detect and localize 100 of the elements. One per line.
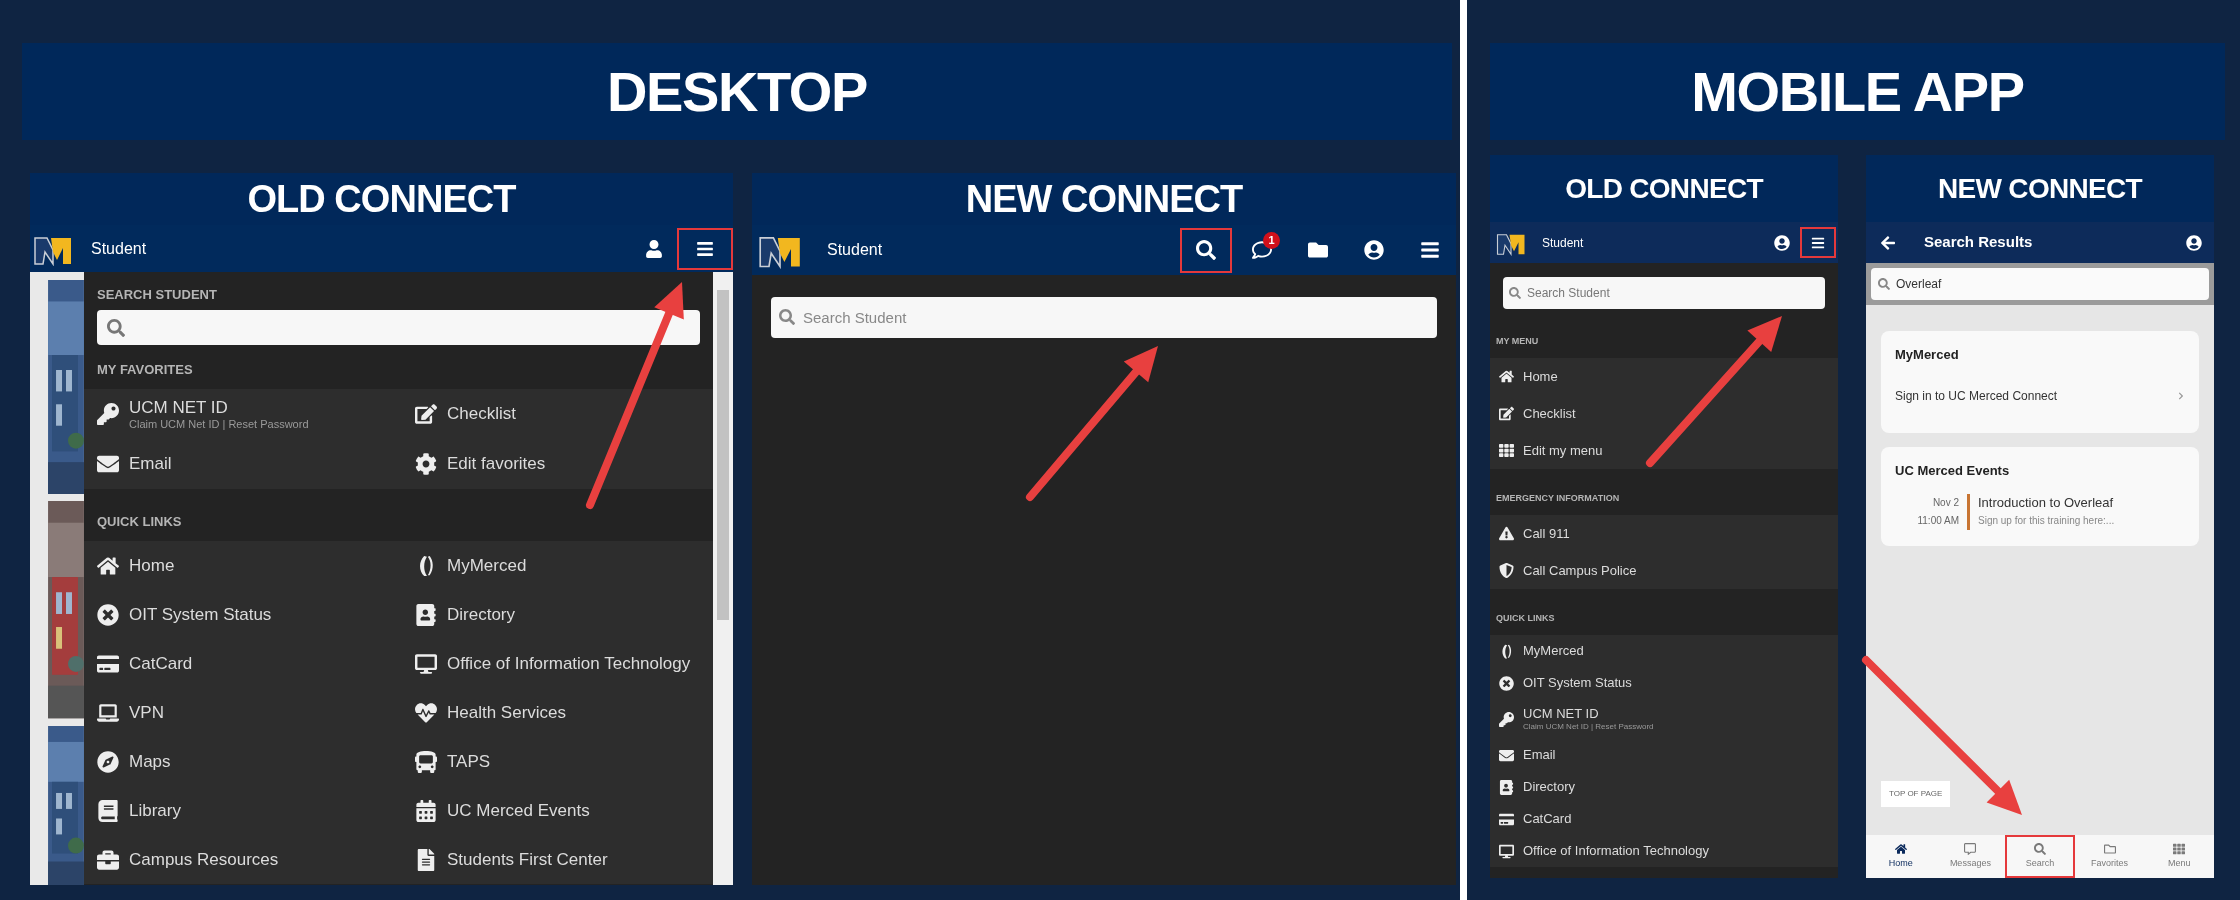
- chevron-right-icon: [2177, 391, 2185, 400]
- grid-icon: [1499, 443, 1514, 458]
- address-book-icon: [1499, 779, 1514, 795]
- menu-item[interactable]: Maps: [84, 737, 402, 786]
- folder-icon: [2103, 842, 2116, 855]
- folder-icon: [1308, 240, 1328, 260]
- menu-item[interactable]: Edit favorites: [402, 439, 713, 489]
- menu-item[interactable]: Edit my menu: [1490, 432, 1838, 469]
- menu-item[interactable]: Directory: [402, 590, 713, 639]
- address-book-icon: [415, 603, 437, 626]
- menu-item[interactable]: Library: [84, 786, 402, 835]
- home-icon: [1894, 842, 1907, 855]
- menu-item[interactable]: Checklist: [402, 389, 713, 439]
- pulse-icon: [415, 701, 437, 724]
- envelope-icon: [97, 453, 119, 475]
- section-heading: MY MENU: [1496, 334, 1539, 348]
- section-title: DESKTOP: [607, 58, 867, 125]
- menu-item[interactable]: Directory: [1490, 771, 1838, 803]
- section-heading: QUICK LINKS: [97, 512, 182, 531]
- card-icon: [97, 652, 119, 675]
- menu-item[interactable]: Home: [84, 541, 402, 590]
- menu-item[interactable]: TAPS: [402, 737, 713, 786]
- menu-item[interactable]: Email: [1490, 739, 1838, 771]
- monitor-icon: [1499, 843, 1514, 859]
- card-title: UC Merced Events: [1895, 461, 2011, 480]
- menu-item[interactable]: MyMerced: [402, 541, 713, 590]
- briefcase-icon: [97, 848, 119, 871]
- home-icon: [1499, 369, 1514, 384]
- panel-title: OLD CONNECT: [1565, 171, 1763, 206]
- menu-item[interactable]: UCM NET ID Claim UCM Net ID | Reset Password: [84, 389, 402, 439]
- message-icon: [1964, 842, 1977, 855]
- search-button[interactable]: [1180, 227, 1232, 273]
- menu-item[interactable]: Health Services: [402, 688, 713, 737]
- nav-tab[interactable]: Favorites: [2074, 835, 2145, 878]
- menu-item[interactable]: Checklist: [1490, 395, 1838, 432]
- section-title: MOBILE APP: [1691, 58, 2024, 125]
- user-icon: [2186, 234, 2202, 251]
- card-title: MyMerced: [1895, 346, 1960, 364]
- swoosh-icon: [1499, 643, 1514, 659]
- menu-item[interactable]: Students First Center: [402, 835, 713, 884]
- menu-item[interactable]: Call 911: [1490, 515, 1838, 552]
- menu-item[interactable]: Campus Resources: [84, 835, 402, 884]
- menu-item[interactable]: UCM NET ID Claim UCM Net ID | Reset Password: [1490, 699, 1838, 739]
- event-marker: [1967, 494, 1970, 530]
- edit-icon: [1499, 406, 1514, 421]
- notification-badge: 1: [1263, 231, 1280, 249]
- panel-title: NEW CONNECT: [965, 176, 1243, 222]
- section-heading: QUICK LINKS: [1496, 611, 1555, 625]
- nav-tab[interactable]: Home: [1866, 835, 1936, 878]
- result-link[interactable]: Sign in to UC Merced Connect: [1895, 386, 2185, 405]
- menu-button[interactable]: [1800, 227, 1836, 258]
- panel-title: OLD CONNECT: [247, 176, 516, 222]
- compass-icon: [97, 750, 119, 773]
- menu-item[interactable]: Office of Information Technology: [402, 639, 713, 688]
- search-field[interactable]: Search Student: [771, 297, 1437, 338]
- user-icon: [1774, 234, 1790, 251]
- menu-icon: [1811, 235, 1825, 250]
- event-date: Nov 2: [1932, 496, 1959, 510]
- shield-icon: [1499, 563, 1514, 578]
- menu-item[interactable]: Office of Information Technology: [1490, 835, 1838, 867]
- search-field[interactable]: Search Student: [1503, 277, 1825, 309]
- warning-icon: [1499, 526, 1514, 541]
- section-heading: EMERGENCY INFORMATION: [1496, 491, 1620, 505]
- grid-icon: [2173, 842, 2186, 855]
- messages-button[interactable]: 1: [1236, 227, 1288, 273]
- nav-tab[interactable]: Search: [2005, 835, 2075, 878]
- menu-item[interactable]: CatCard: [1490, 803, 1838, 835]
- menu-item[interactable]: CatCard: [84, 639, 402, 688]
- card-icon: [1499, 811, 1514, 827]
- search-icon: [107, 318, 125, 337]
- menu-button[interactable]: [677, 227, 733, 270]
- nav-tab[interactable]: Messages: [1935, 835, 2006, 878]
- menu-item[interactable]: Home: [1490, 358, 1838, 395]
- menu-item[interactable]: OIT System Status: [1490, 667, 1838, 699]
- back-button[interactable]: [1880, 234, 1896, 251]
- menu-item[interactable]: OIT System Status: [84, 590, 402, 639]
- search-icon: [1878, 278, 1890, 290]
- search-icon: [1196, 240, 1216, 260]
- event-title[interactable]: Introduction to Overleaf: [1978, 494, 2115, 512]
- section-heading: SEARCH STUDENT: [97, 285, 217, 304]
- menu-item[interactable]: VPN: [84, 688, 402, 737]
- search-icon: [779, 309, 795, 325]
- scrollbar-thumb[interactable]: [717, 290, 729, 620]
- app-title: Student: [1542, 234, 1584, 252]
- app-title: Search Results: [1924, 232, 2033, 253]
- search-field[interactable]: [97, 310, 700, 345]
- menu-item[interactable]: MyMerced: [1490, 635, 1838, 667]
- menu-item[interactable]: Email: [84, 439, 402, 489]
- user-icon: [1364, 240, 1384, 260]
- menu-icon: [1420, 240, 1440, 260]
- key-icon: [97, 403, 119, 425]
- search-icon: [1509, 287, 1521, 299]
- profile-button[interactable]: [2186, 234, 2202, 251]
- menu-item[interactable]: Call Campus Police: [1490, 552, 1838, 589]
- bus-icon: [415, 750, 437, 773]
- search-field[interactable]: Overleaf: [1871, 268, 2209, 300]
- menu-item[interactable]: UC Merced Events: [402, 786, 713, 835]
- nav-tab[interactable]: Menu: [2144, 835, 2214, 878]
- monitor-icon: [415, 652, 437, 675]
- top-of-page-button[interactable]: TOP OF PAGE: [1881, 781, 1951, 807]
